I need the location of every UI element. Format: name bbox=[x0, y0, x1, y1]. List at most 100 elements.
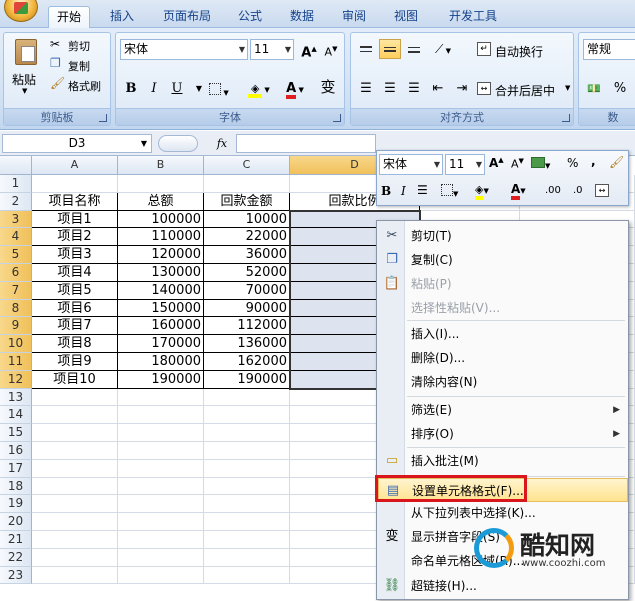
font-size-combo[interactable]: 11 ▼ bbox=[250, 39, 294, 60]
clipboard-launcher-icon[interactable] bbox=[99, 114, 107, 122]
mini-format-painter-button[interactable]: 🖌 bbox=[609, 155, 624, 169]
mini-font-color-button[interactable]: A▼ bbox=[511, 182, 526, 200]
currency-button[interactable]: 💵 bbox=[583, 79, 605, 99]
tab-review[interactable]: 审阅 bbox=[336, 6, 372, 28]
project-name-cell[interactable]: 项目4 bbox=[32, 264, 118, 282]
row-header-4[interactable]: 4 bbox=[0, 228, 32, 247]
cell[interactable] bbox=[32, 477, 118, 496]
cell[interactable] bbox=[118, 477, 204, 496]
office-button[interactable] bbox=[4, 0, 38, 22]
paid-amount-cell[interactable]: 90000 bbox=[204, 299, 290, 318]
total-amount-cell[interactable]: 190000 bbox=[118, 370, 204, 389]
project-name-cell[interactable]: 项目1 bbox=[32, 210, 118, 229]
mini-size-combo[interactable]: 11 ▼ bbox=[445, 154, 485, 175]
cell[interactable] bbox=[32, 175, 118, 193]
row-header-12[interactable]: 12 bbox=[0, 370, 32, 389]
table-header-cell[interactable]: 总额 bbox=[118, 192, 204, 211]
menu-item-7[interactable]: 筛选(E) ▶ bbox=[378, 398, 628, 422]
shrink-font-button[interactable]: A▼ bbox=[320, 39, 342, 59]
name-box[interactable]: D3 ▼ bbox=[2, 134, 152, 153]
row-header-10[interactable]: 10 bbox=[0, 335, 32, 353]
phonetic-button[interactable]: 变 bbox=[314, 77, 342, 101]
row-header-14[interactable]: 14 bbox=[0, 406, 32, 425]
cell[interactable] bbox=[204, 406, 290, 425]
orientation-button[interactable]: ⟋ ▼ bbox=[427, 39, 459, 59]
font-color-button[interactable]: A ▼ bbox=[278, 79, 312, 99]
cell[interactable] bbox=[118, 388, 204, 407]
cell[interactable] bbox=[204, 442, 290, 460]
column-header-b[interactable]: B bbox=[118, 156, 204, 175]
cell[interactable] bbox=[118, 513, 204, 531]
mini-bold-button[interactable]: B bbox=[381, 184, 391, 198]
mini-fill-color-button[interactable]: ◈▼ bbox=[475, 182, 489, 200]
project-name-cell[interactable]: 项目9 bbox=[32, 353, 118, 371]
paid-amount-cell[interactable]: 70000 bbox=[204, 281, 290, 300]
mini-borders-button[interactable]: ▼ bbox=[441, 184, 458, 199]
paid-amount-cell[interactable]: 36000 bbox=[204, 246, 290, 264]
mini-percent-button[interactable]: % bbox=[567, 156, 578, 170]
cell[interactable] bbox=[204, 531, 290, 549]
row-header-16[interactable]: 16 bbox=[0, 442, 32, 460]
table-header-cell[interactable]: 回款金额 bbox=[204, 192, 290, 211]
align-top-button[interactable] bbox=[355, 39, 377, 59]
tab-formulas[interactable]: 公式 bbox=[232, 6, 268, 28]
tab-data[interactable]: 数据 bbox=[284, 6, 320, 28]
percent-button[interactable]: % bbox=[609, 79, 631, 99]
paid-amount-cell[interactable]: 136000 bbox=[204, 335, 290, 353]
paid-amount-cell[interactable]: 10000 bbox=[204, 210, 290, 229]
cell[interactable] bbox=[204, 548, 290, 567]
paid-amount-cell[interactable]: 190000 bbox=[204, 370, 290, 389]
tab-developer[interactable]: 开发工具 bbox=[440, 6, 506, 28]
row-header-7[interactable]: 7 bbox=[0, 281, 32, 300]
cell[interactable] bbox=[32, 513, 118, 531]
row-header-6[interactable]: 6 bbox=[0, 264, 32, 282]
tab-page-layout[interactable]: 页面布局 bbox=[154, 6, 220, 28]
total-amount-cell[interactable]: 100000 bbox=[118, 210, 204, 229]
underline-button[interactable]: U bbox=[166, 79, 188, 99]
increase-indent-button[interactable]: ⇥ bbox=[451, 79, 473, 99]
cell[interactable] bbox=[204, 477, 290, 496]
total-amount-cell[interactable]: 170000 bbox=[118, 335, 204, 353]
row-header-2[interactable]: 2 bbox=[0, 192, 32, 211]
project-name-cell[interactable]: 项目7 bbox=[32, 317, 118, 336]
row-header-5[interactable]: 5 bbox=[0, 246, 32, 264]
row-header-13[interactable]: 13 bbox=[0, 388, 32, 407]
cell[interactable] bbox=[118, 548, 204, 567]
project-name-cell[interactable]: 项目5 bbox=[32, 281, 118, 300]
font-name-combo[interactable]: 宋体 ▼ bbox=[120, 39, 248, 60]
select-all-corner[interactable] bbox=[0, 156, 32, 175]
menu-item-6[interactable]: 清除内容(N) bbox=[378, 370, 628, 394]
total-amount-cell[interactable]: 110000 bbox=[118, 228, 204, 247]
align-left-button[interactable]: ☰ bbox=[355, 79, 377, 99]
mini-decrease-decimal-button[interactable]: .0 bbox=[573, 185, 583, 196]
paid-amount-cell[interactable]: 22000 bbox=[204, 228, 290, 247]
mini-shrink-font-button[interactable]: A▼ bbox=[511, 157, 524, 171]
number-format-combo[interactable]: 常规 bbox=[583, 39, 635, 60]
cell[interactable] bbox=[32, 388, 118, 407]
mini-currency-button[interactable]: ▼ bbox=[531, 154, 557, 172]
alignment-launcher-icon[interactable] bbox=[562, 114, 570, 122]
bold-button[interactable]: B bbox=[120, 79, 142, 99]
mini-center-button[interactable]: ☰ bbox=[417, 183, 428, 197]
tab-view[interactable]: 视图 bbox=[388, 6, 424, 28]
wrap-text-button[interactable]: ↵ 自动换行 bbox=[477, 40, 571, 60]
cell[interactable] bbox=[118, 442, 204, 460]
formula-bar-splitter[interactable] bbox=[158, 135, 198, 152]
menu-item-8[interactable]: 排序(O) ▶ bbox=[378, 422, 628, 446]
row-header-1[interactable]: 1 bbox=[0, 175, 32, 193]
mini-increase-decimal-button[interactable]: .00 bbox=[545, 185, 561, 196]
menu-item-5[interactable]: 删除(D)... bbox=[378, 346, 628, 370]
mini-font-combo[interactable]: 宋体 ▼ bbox=[379, 154, 443, 175]
cell[interactable] bbox=[32, 495, 118, 514]
tab-home[interactable]: 开始 bbox=[48, 6, 90, 28]
row-header-3[interactable]: 3 bbox=[0, 210, 32, 229]
table-header-cell[interactable]: 项目名称 bbox=[32, 192, 118, 211]
row-header-8[interactable]: 8 bbox=[0, 299, 32, 318]
cell[interactable] bbox=[32, 424, 118, 442]
paid-amount-cell[interactable]: 162000 bbox=[204, 353, 290, 371]
cell[interactable] bbox=[118, 406, 204, 425]
insert-function-button[interactable]: fx bbox=[210, 135, 234, 152]
cell[interactable] bbox=[118, 459, 204, 478]
project-name-cell[interactable]: 项目2 bbox=[32, 228, 118, 247]
cell[interactable] bbox=[32, 531, 118, 549]
